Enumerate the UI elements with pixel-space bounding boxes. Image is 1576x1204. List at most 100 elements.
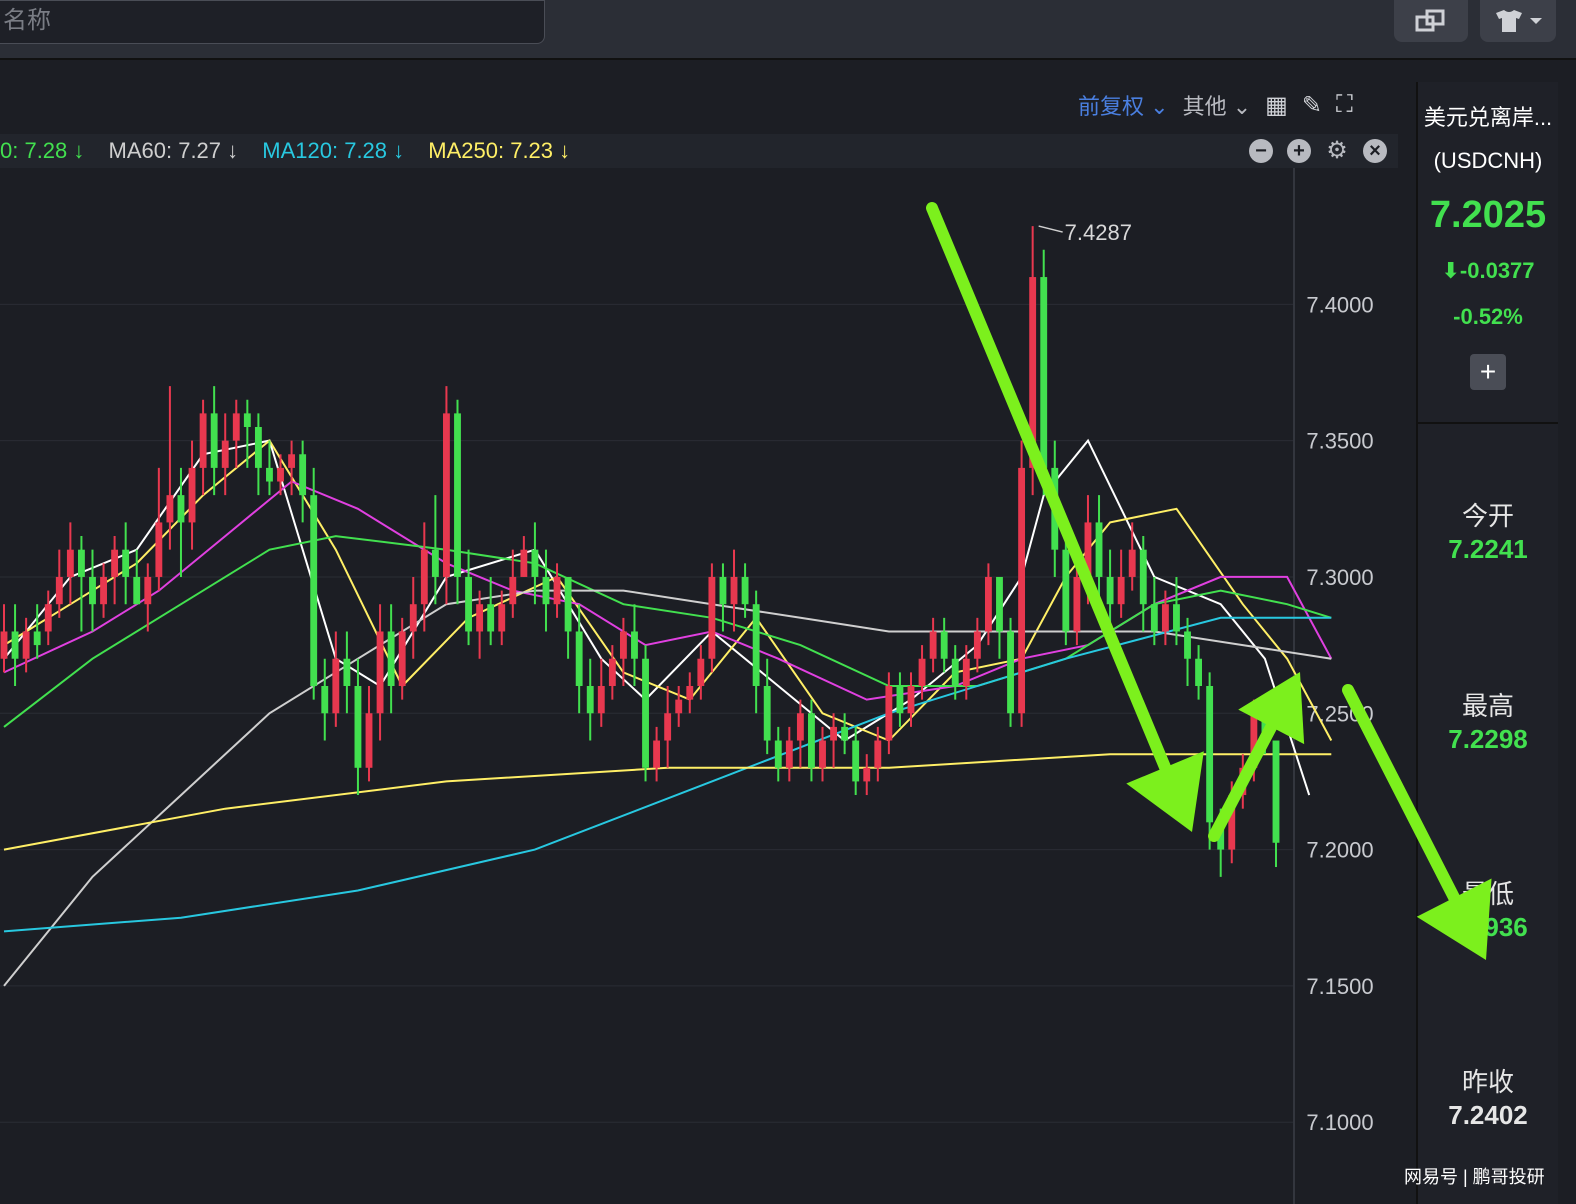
- candle-body: [996, 576, 1003, 632]
- candle-body: [686, 686, 694, 700]
- candle-body: [929, 631, 937, 659]
- candle-body: [852, 740, 860, 782]
- candle-body: [1184, 631, 1191, 659]
- candle-body: [188, 467, 196, 523]
- theme-button[interactable]: [1480, 0, 1556, 42]
- candle-body: [310, 495, 318, 686]
- candle-body: [288, 454, 296, 468]
- candle-body: [520, 549, 528, 577]
- add-watchlist-button[interactable]: +: [1470, 354, 1506, 390]
- candle-body: [155, 522, 163, 577]
- candle-body: [1007, 631, 1014, 714]
- candle-body: [730, 576, 738, 605]
- high-label: 最高: [1461, 691, 1514, 721]
- y-tick-label: 7.2000: [1306, 838, 1373, 863]
- candle-body: [111, 549, 119, 577]
- candle-body: [1095, 522, 1103, 577]
- max-price-label: 7.4287: [1065, 220, 1132, 245]
- candle-body: [1206, 686, 1214, 823]
- candle-body: [918, 658, 926, 686]
- candle-body: [420, 549, 428, 605]
- candle-body: [299, 454, 307, 496]
- candle-body: [1128, 549, 1136, 577]
- candle-body: [509, 576, 517, 605]
- candle-body: [443, 413, 450, 577]
- last-price: 7.2025: [1429, 194, 1547, 236]
- low-value: 7.1936: [1448, 912, 1528, 942]
- candle-body: [1073, 576, 1081, 632]
- open-value: 7.2241: [1448, 534, 1528, 564]
- candle-body: [454, 413, 461, 577]
- y-tick-label: 7.3000: [1306, 565, 1373, 590]
- candle-body: [476, 604, 484, 632]
- candle-body: [122, 549, 130, 577]
- candle-body: [254, 427, 262, 468]
- candle-body: [1139, 549, 1147, 605]
- candle-body: [763, 686, 771, 741]
- y-tick-label: 7.3500: [1306, 429, 1373, 454]
- candle-body: [741, 576, 749, 605]
- candle-body: [144, 576, 152, 605]
- candle-body: [1173, 604, 1180, 632]
- window-switch-button[interactable]: [1394, 0, 1468, 42]
- candle-body: [266, 467, 273, 482]
- candle-body: [830, 726, 837, 741]
- candle-body: [542, 576, 550, 605]
- candle-body: [1239, 767, 1247, 796]
- prev-close-value: 7.2402: [1448, 1100, 1528, 1130]
- candle-body: [962, 658, 970, 686]
- candle-body: [719, 576, 727, 605]
- candle-body: [232, 413, 240, 441]
- candle-body: [885, 686, 893, 741]
- candlestick-chart[interactable]: 7.10007.15007.20007.25007.30007.35007.40…: [0, 0, 1398, 1204]
- low-label: 最低: [1461, 879, 1514, 909]
- instrument-name: 美元兑离岸...: [1423, 105, 1553, 130]
- candle-body: [531, 549, 539, 577]
- candle-body: [631, 631, 638, 659]
- candle-body: [619, 631, 627, 659]
- candle-body: [44, 604, 52, 632]
- candle-body: [1117, 576, 1125, 605]
- shirt-icon: [1496, 10, 1542, 32]
- candle-body: [708, 576, 716, 659]
- candle-body: [100, 576, 107, 605]
- open-label: 今开: [1461, 501, 1514, 531]
- candle-body: [1161, 604, 1169, 632]
- candle-body: [321, 686, 329, 714]
- watermark: 网易号 | 鹏哥投研: [1404, 1167, 1545, 1187]
- candle-body: [343, 658, 351, 686]
- window-switch-icon: [1415, 9, 1445, 32]
- candle-body: [1195, 658, 1203, 686]
- candle-body: [1062, 549, 1070, 632]
- candle-body: [66, 549, 74, 577]
- candle-body: [1106, 576, 1114, 605]
- candle-body: [874, 740, 882, 768]
- candle-body: [376, 631, 384, 714]
- candle-body: [863, 767, 871, 782]
- candle-body: [973, 631, 981, 659]
- candle-body: [774, 740, 782, 768]
- candle-body: [1228, 795, 1236, 850]
- candle-body: [896, 686, 904, 714]
- candle-body: [841, 726, 849, 741]
- candle-body: [354, 686, 362, 768]
- candle-body: [1029, 277, 1037, 468]
- candle-body: [653, 740, 661, 768]
- candle-body: [22, 631, 30, 659]
- candle-body: [1018, 467, 1026, 714]
- candle-body: [951, 658, 959, 686]
- candle-body: [365, 713, 373, 768]
- candle-body: [642, 658, 649, 768]
- candle-body: [1250, 713, 1258, 768]
- candle-body: [675, 699, 683, 714]
- quote-panel: 美元兑离岸... (USDCNH) 7.2025 ⬇-0.0377 -0.52%…: [1416, 82, 1558, 1204]
- max-marker-line: [1038, 225, 1063, 233]
- candle-body: [1261, 713, 1269, 741]
- divider: [1418, 422, 1558, 424]
- candle-body: [752, 604, 760, 686]
- candle-body: [1040, 277, 1048, 468]
- candle-body: [431, 549, 439, 577]
- candle-body: [1217, 822, 1225, 850]
- y-tick-label: 7.1500: [1306, 974, 1373, 999]
- candle-body: [553, 576, 561, 605]
